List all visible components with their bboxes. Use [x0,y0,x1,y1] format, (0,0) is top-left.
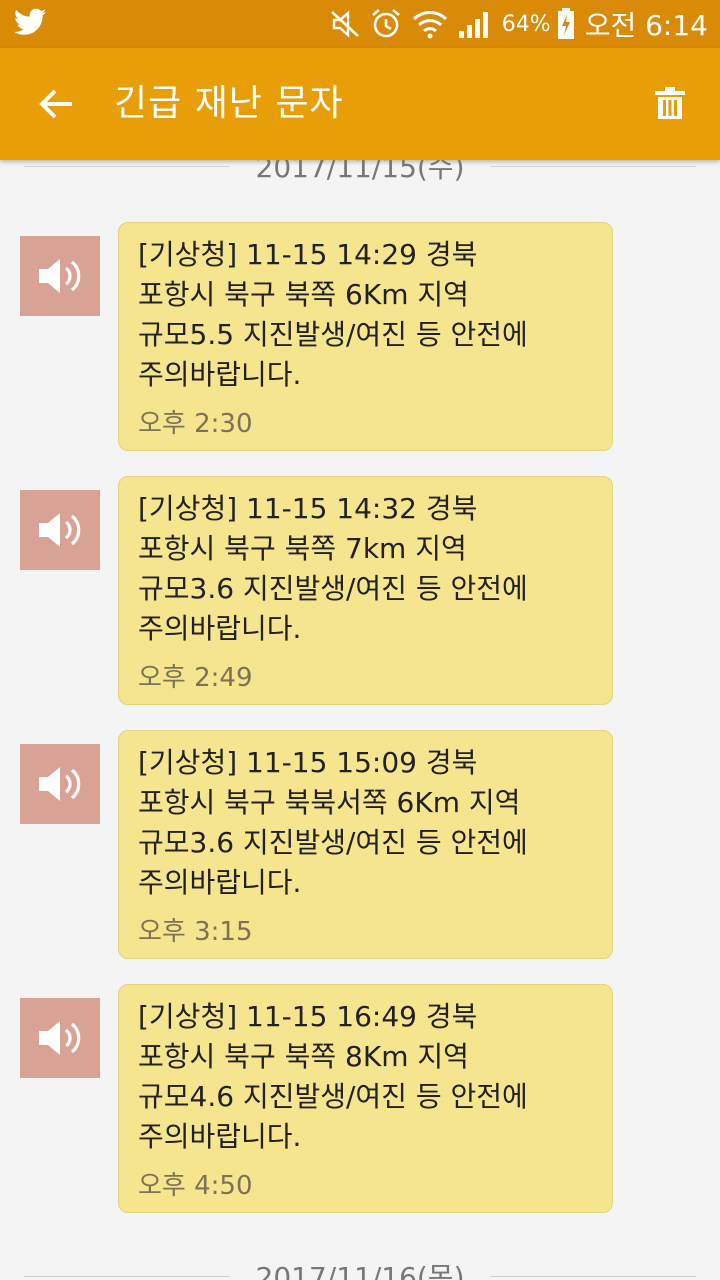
speaker-tile [20,998,100,1078]
date-separator: 2017/11/16(목) [0,1261,720,1280]
mute-icon [330,10,360,38]
message-list[interactable]: 2017/11/15(수) [기상청] 11-15 14:29 경북 포항시 북… [0,160,720,1280]
speaker-icon [39,259,81,293]
back-button[interactable] [26,78,86,130]
app-bar: 긴급 재난 문자 [0,48,720,160]
status-bar: 64% 오전 6:14 [0,0,720,48]
message-text: [기상청] 11-15 15:09 경북 포항시 북구 북북서쪽 6Km 지역 … [138,746,528,899]
twitter-icon [14,8,46,40]
trash-icon [655,87,685,119]
alarm-icon [370,8,402,40]
message-text: [기상청] 11-15 14:32 경북 포항시 북구 북쪽 7km 지역 규모… [138,492,528,645]
message-bubble[interactable]: [기상청] 11-15 14:32 경북 포항시 북구 북쪽 7km 지역 규모… [118,476,613,705]
wifi-icon [412,9,448,39]
status-clock: 오전 6:14 [584,9,708,42]
message-time: 오후 2:49 [138,663,253,693]
speaker-icon [39,1021,81,1055]
delete-button[interactable] [646,80,694,128]
speaker-tile [20,236,100,316]
battery-charging-icon [557,8,575,40]
page-title: 긴급 재난 문자 [114,83,344,124]
arrow-back-icon [39,89,72,119]
speaker-tile [20,744,100,824]
speaker-icon [39,767,81,801]
date-separator: 2017/11/15(수) [0,160,720,198]
message-text: [기상청] 11-15 16:49 경북 포항시 북구 북쪽 8Km 지역 규모… [138,1000,528,1153]
message-bubble[interactable]: [기상청] 11-15 16:49 경북 포항시 북구 북쪽 8Km 지역 규모… [118,984,613,1213]
message-bubble[interactable]: [기상청] 11-15 14:29 경북 포항시 북구 북쪽 6Km 지역 규모… [118,222,613,451]
message-bubble[interactable]: [기상청] 11-15 15:09 경북 포항시 북구 북북서쪽 6Km 지역 … [118,730,613,959]
date-label: 2017/11/16(목) [255,1261,465,1280]
message-time: 오후 3:15 [138,917,253,947]
message-time: 오후 2:30 [138,409,253,439]
signal-icon [458,9,492,39]
speaker-icon [39,513,81,547]
message-text: [기상청] 11-15 14:29 경북 포항시 북구 북쪽 6Km 지역 규모… [138,238,528,391]
message-time: 오후 4:50 [138,1171,253,1201]
battery-percent: 64% [501,11,551,37]
date-label: 2017/11/15(수) [255,160,465,184]
speaker-tile [20,490,100,570]
